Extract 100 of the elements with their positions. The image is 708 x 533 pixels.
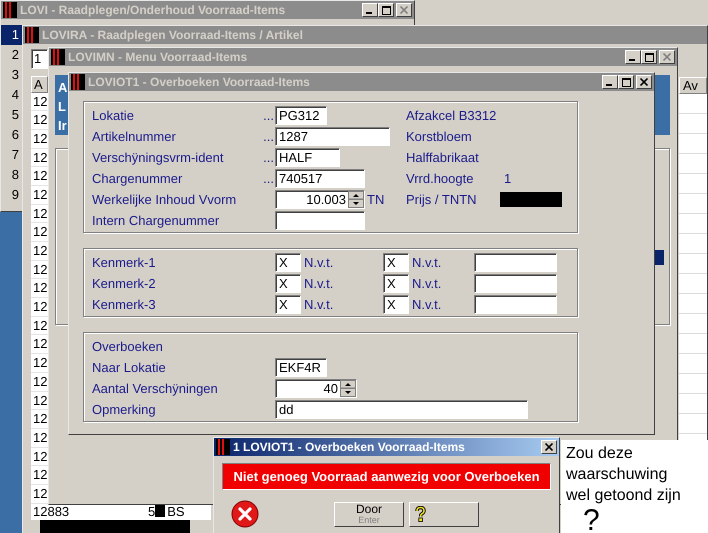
- maximize-button[interactable]: [378, 3, 394, 17]
- row-number[interactable]: 2: [1, 45, 23, 65]
- section-heading: Overboeken: [92, 339, 164, 354]
- code-description: N.v.t.: [304, 255, 334, 270]
- close-icon: [400, 6, 408, 14]
- code-description: N.v.t.: [412, 276, 442, 291]
- close-button[interactable]: [636, 75, 652, 89]
- row-number[interactable]: 6: [1, 125, 23, 145]
- stripes-icon: [216, 439, 230, 455]
- info-text: Vrrd.hoogte: [406, 171, 474, 186]
- field-label: Aantal Verschÿningen: [92, 381, 219, 396]
- error-icon: [231, 500, 259, 528]
- window-title: LOVIOT1 - Overboeken Voorraad-Items: [88, 75, 311, 89]
- input-field[interactable]: HALF: [275, 148, 340, 167]
- code-field[interactable]: X: [383, 274, 409, 293]
- code-description: N.v.t.: [412, 297, 442, 312]
- stripes-icon: [51, 49, 65, 65]
- field-label: Opmerking: [92, 402, 157, 417]
- field-label: Kenmerk-2: [92, 276, 157, 291]
- input-field[interactable]: EKF4R: [275, 358, 327, 377]
- row-number[interactable]: 5: [1, 105, 23, 125]
- help-button[interactable]: [409, 502, 479, 526]
- field-label: Verschÿningsvrm-ident: [92, 150, 224, 165]
- window-title: LOVI - Raadplegen/Onderhoud Voorraad-Items: [20, 3, 286, 17]
- panel-text: A: [58, 79, 68, 97]
- stripes-icon: [3, 2, 17, 18]
- field-label: Naar Lokatie: [92, 360, 167, 375]
- code-description: N.v.t.: [304, 276, 334, 291]
- maximize-button[interactable]: [618, 75, 634, 89]
- info-text: Halffabrikaat: [406, 150, 480, 165]
- info-text: Afzakcel B3312: [406, 108, 498, 123]
- number-field[interactable]: 10.003: [275, 190, 365, 209]
- close-icon: [640, 78, 648, 86]
- maximize-icon: [644, 52, 654, 62]
- field-label: Intern Chargenummer: [92, 213, 220, 228]
- input-field[interactable]: dd: [275, 400, 528, 419]
- row-number[interactable]: 7: [1, 145, 23, 165]
- input-field[interactable]: [474, 274, 557, 293]
- maximize-icon: [622, 78, 630, 86]
- column-header[interactable]: A: [31, 76, 48, 92]
- row-number[interactable]: 3: [1, 65, 23, 85]
- error-banner: Niet genoeg Voorraad aanwezig voor Overboeken: [222, 463, 551, 490]
- number-field[interactable]: 40: [275, 379, 357, 398]
- lookup-dots[interactable]: ...: [262, 150, 275, 165]
- input-field[interactable]: [275, 211, 365, 230]
- maximize-button[interactable]: [641, 50, 657, 64]
- table-cell: 5: [148, 504, 156, 520]
- close-icon: [545, 443, 553, 451]
- input-field[interactable]: 1287: [275, 127, 390, 146]
- panel-text: L: [58, 98, 66, 116]
- input-field[interactable]: [474, 253, 557, 272]
- spin-arrows[interactable]: [340, 380, 356, 397]
- field-label: Kenmerk-3: [92, 297, 157, 312]
- code-description: N.v.t.: [304, 297, 334, 312]
- info-value: 1: [504, 171, 512, 186]
- window-title: 1 LOVIOT1 - Overboeken Voorraad-Items: [233, 440, 466, 454]
- field-label: Kenmerk-1: [92, 255, 157, 270]
- code-field[interactable]: X: [383, 253, 409, 272]
- table-cell-text: 12883: [32, 504, 70, 520]
- question-mark: ?: [583, 506, 601, 533]
- window-title: LOVIRA - Raadplegen Voorraad-Items / Artikel: [42, 28, 304, 42]
- table-cell: BS: [167, 504, 185, 520]
- code-field[interactable]: X: [275, 274, 301, 293]
- help-icon: [415, 506, 426, 522]
- field-label: Chargenummer: [92, 171, 184, 186]
- unit-label: TN: [367, 192, 384, 207]
- row-number[interactable]: 9: [1, 185, 23, 205]
- minimize-button[interactable]: [602, 75, 618, 89]
- column-header[interactable]: Av: [679, 77, 707, 94]
- panel-text: Ir: [58, 117, 67, 135]
- code-field[interactable]: X: [275, 295, 301, 314]
- code-field[interactable]: X: [383, 295, 409, 314]
- spin-arrows[interactable]: [348, 191, 364, 208]
- lookup-dots[interactable]: ...: [262, 171, 275, 186]
- input-field[interactable]: PG312: [275, 106, 327, 125]
- stripes-icon: [71, 74, 85, 90]
- code-field[interactable]: X: [275, 253, 301, 272]
- window-title: LOVIMN - Menu Voorraad-Items: [68, 50, 248, 64]
- info-text: Korstbloem: [406, 129, 473, 144]
- lookup-dots[interactable]: ...: [262, 108, 275, 123]
- input-field[interactable]: 1: [31, 49, 48, 68]
- maximize-icon: [382, 6, 390, 14]
- selection-bar: [654, 250, 664, 265]
- input-field[interactable]: [474, 295, 557, 314]
- continue-button[interactable]: Door Enter: [334, 502, 404, 526]
- minimize-button[interactable]: [362, 3, 378, 17]
- field-label: Lokatie: [92, 108, 135, 123]
- close-button[interactable]: [541, 440, 557, 454]
- stripes-icon: [25, 27, 39, 43]
- lookup-dots[interactable]: ...: [262, 129, 275, 144]
- field-label: Artikelnummer: [92, 129, 177, 144]
- close-icon: [663, 53, 671, 61]
- input-field[interactable]: 740517: [275, 169, 365, 188]
- code-description: N.v.t.: [412, 255, 442, 270]
- info-text: Prijs / TNTN: [406, 192, 478, 207]
- row-number[interactable]: 1: [1, 25, 23, 45]
- row-number[interactable]: 4: [1, 85, 23, 105]
- note-text: Zou deze waarschuwing wel getoond zijn: [566, 444, 682, 506]
- row-number[interactable]: 8: [1, 165, 23, 185]
- minimize-button[interactable]: [625, 50, 641, 64]
